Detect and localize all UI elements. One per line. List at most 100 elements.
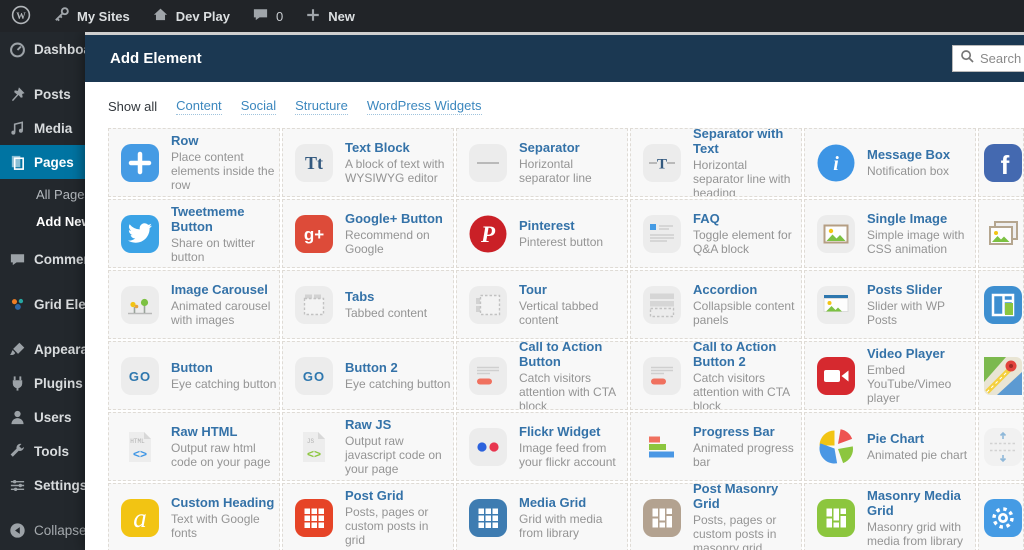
sidebar-item-comments[interactable]: Comments (0, 242, 85, 276)
element-description: Output raw javascript code on your page (345, 434, 442, 476)
element-card[interactable]: Media Grid Grid with media from library (456, 483, 628, 550)
element-card[interactable]: Progress Bar Animated progress bar (630, 412, 802, 481)
sidebar-subitem-all-pages[interactable]: All Pages (0, 181, 85, 208)
element-card[interactable]: Video Player Embed YouTube/Vimeo player (804, 341, 976, 410)
element-card[interactable]: i Message Box Notification box (804, 128, 976, 197)
wp-logo-menu[interactable]: W (0, 0, 42, 32)
element-card[interactable]: Tt Text Block A block of text with WYSIW… (282, 128, 454, 197)
filter-link[interactable]: WordPress Widgets (366, 98, 482, 115)
element-card[interactable]: JS <> Raw JS Output raw javascript code o… (282, 412, 454, 481)
cta-block-icon (468, 356, 508, 396)
element-card[interactable]: Pie Chart Animated pie chart (804, 412, 976, 481)
comments-menu[interactable]: 0 (241, 0, 294, 32)
plus-icon (305, 7, 321, 26)
element-card-partial[interactable] (978, 199, 1024, 268)
site-menu[interactable]: Dev Play (141, 0, 241, 32)
element-card-partial[interactable] (978, 341, 1024, 410)
element-card-partial[interactable] (978, 270, 1024, 339)
sidebar-item-grid-elements[interactable]: Grid Elements (0, 287, 85, 321)
element-description: Horizontal separator line with heading (693, 157, 791, 197)
svg-text:HTML: HTML (130, 438, 145, 445)
filter-link[interactable]: Social (240, 98, 277, 115)
element-card[interactable]: GO Button 2 Eye catching button (282, 341, 454, 410)
post-masonry-grid-icon (642, 498, 682, 538)
element-card[interactable]: Call to Action Button Catch visitors att… (456, 341, 628, 410)
element-card[interactable]: Single Image Simple image with CSS anima… (804, 199, 976, 268)
go-button-icon: GO (120, 356, 160, 396)
element-card[interactable]: Post Masonry Grid Posts, pages or custom… (630, 483, 802, 550)
element-card[interactable]: Accordion Collapsible content panels (630, 270, 802, 339)
text-block-icon: Tt (294, 143, 334, 183)
sidebar-item-media[interactable]: Media (0, 111, 85, 145)
element-description: Recommend on Google (345, 228, 430, 256)
pushpin-icon (11, 86, 25, 101)
filter-link[interactable]: Structure (295, 98, 348, 115)
search-input[interactable] (980, 51, 1024, 66)
sidebar-item-settings[interactable]: Settings (0, 468, 85, 502)
element-card-partial[interactable] (978, 412, 1024, 481)
element-card[interactable]: P Pinterest Pinterest button (456, 199, 628, 268)
element-grid: Row Place content elements inside the ro… (108, 128, 1024, 550)
element-card[interactable]: GO Button Eye catching button (108, 341, 280, 410)
filter-link[interactable]: Content (176, 98, 222, 115)
key-icon (53, 6, 70, 26)
new-content-menu[interactable]: New (294, 0, 366, 32)
element-card[interactable]: Row Place content elements inside the ro… (108, 128, 280, 197)
element-card-partial[interactable]: f (978, 128, 1024, 197)
element-description: Toggle element for Q&A block (693, 228, 792, 256)
svg-text:<>: <> (133, 447, 147, 461)
svg-text:i: i (833, 153, 839, 175)
site-name-label: Dev Play (175, 8, 230, 24)
element-description: Pinterest button (519, 235, 604, 249)
element-card[interactable]: Tour Vertical tabbed content (456, 270, 628, 339)
googleplus-icon: g+ (294, 214, 334, 254)
svg-text:W: W (16, 11, 26, 21)
element-card[interactable]: Image Carousel Animated carousel with im… (108, 270, 280, 339)
element-card[interactable]: Tabs Tabbed content (282, 270, 454, 339)
element-card[interactable]: Flickr Widget Image feed from your flick… (456, 412, 628, 481)
element-description: Vertical tabbed content (519, 299, 599, 327)
cta-block-icon (642, 356, 682, 396)
element-card[interactable]: HTML <> Raw HTML Output raw html code on … (108, 412, 280, 481)
element-description: Horizontal separator line (519, 157, 592, 185)
element-card[interactable]: Separator Horizontal separator line (456, 128, 628, 197)
sidebar-collapse-button[interactable]: Collapse menu (0, 513, 85, 547)
element-search-box[interactable] (952, 45, 1024, 72)
element-card[interactable]: g+ Google+ Button Recommend on Google (282, 199, 454, 268)
filter-link[interactable]: Show all (108, 99, 157, 115)
element-card[interactable]: Masonry Media Grid Masonry grid with med… (804, 483, 976, 550)
single-image-icon (816, 214, 856, 254)
sidebar-item-users[interactable]: Users (0, 400, 85, 434)
element-card[interactable]: a Custom Heading Text with Google fonts (108, 483, 280, 550)
element-card-partial[interactable] (978, 483, 1024, 550)
element-card[interactable]: T Separator with Text Horizontal separat… (630, 128, 802, 197)
wrench-icon (10, 443, 24, 457)
separator-text-icon: T (642, 143, 682, 183)
element-title: FAQ (693, 211, 720, 226)
sidebar-item-posts[interactable]: Posts (0, 77, 85, 111)
svg-text:f: f (1001, 150, 1010, 180)
users-icon (11, 410, 24, 424)
element-title: Separator (519, 140, 580, 155)
my-sites-menu[interactable]: My Sites (42, 0, 141, 32)
element-card[interactable]: Posts Slider Slider with WP Posts (804, 270, 976, 339)
svg-text:T: T (657, 156, 667, 172)
sidebar-item-pages[interactable]: Pages (0, 145, 85, 179)
sidebar-subitem-add-new[interactable]: Add New (0, 208, 85, 235)
element-description: Posts, pages or custom posts in masonry … (693, 512, 777, 550)
posts-slider-icon (816, 285, 856, 325)
post-grid-icon (294, 498, 334, 538)
element-card[interactable]: Post Grid Posts, pages or custom posts i… (282, 483, 454, 550)
element-description: Notification box (867, 164, 950, 178)
sidebar-item-tools[interactable]: Tools (0, 434, 85, 468)
element-card[interactable]: Tweetmeme Button Share on twitter button (108, 199, 280, 268)
element-card[interactable]: FAQ Toggle element for Q&A block (630, 199, 802, 268)
sidebar-item-appearance[interactable]: Appearance (0, 332, 85, 366)
home-icon (152, 6, 169, 26)
sidebar-item-plugins[interactable]: Plugins (0, 366, 85, 400)
element-description: Place content elements inside the row (171, 150, 275, 192)
sidebar-item-dashboard[interactable]: Dashboard (0, 32, 85, 66)
element-card[interactable]: Call to Action Button 2 Catch visitors a… (630, 341, 802, 410)
raw-html-icon: HTML <> (120, 427, 160, 467)
element-title: Message Box (867, 147, 951, 162)
